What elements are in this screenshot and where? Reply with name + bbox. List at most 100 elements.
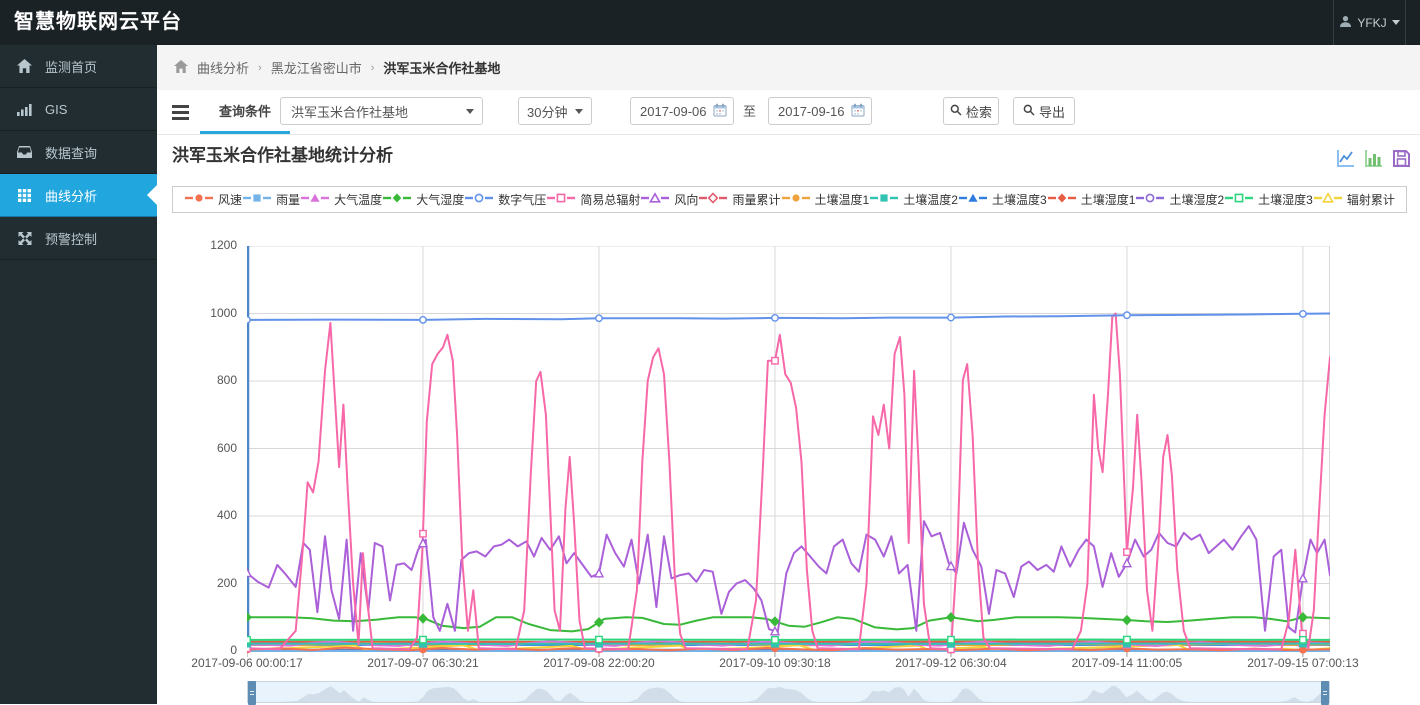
search-icon (1023, 104, 1035, 119)
sidebar: 监测首页 GIS 数据查询曲线分析预警控制 (0, 45, 157, 704)
chart-legend: 风速 雨量大气温度 大气湿度 数字气压 简易总辐射 风向雨量累计土壤温度1 土壤温度2土壤温… (172, 186, 1407, 213)
series-symbol (1299, 574, 1307, 582)
app-header: 智慧物联网云平台 YFKJ (0, 0, 1420, 45)
series-symbol (1300, 647, 1306, 653)
legend-marker-square-icon (869, 192, 899, 207)
legend-item-土壤温度2[interactable]: 土壤温度2 (869, 191, 958, 208)
legend-marker-circle-icon (464, 192, 494, 207)
breadcrumb-item[interactable]: 曲线分析 (197, 58, 249, 77)
series-symbol (771, 617, 779, 625)
line-chart-canvas[interactable] (247, 246, 1330, 659)
main-content: 曲线分析›黑龙江省密山市›洪军玉米合作社基地 查询条件 洪军玉米合作社基地 30… (157, 45, 1420, 704)
sidebar-item-label: 曲线分析 (45, 186, 97, 205)
breadcrumb-separator: › (258, 62, 262, 74)
legend-marker-diamond-icon (698, 192, 728, 207)
legend-item-风向[interactable]: 风向 (640, 191, 698, 208)
series-symbol (1124, 312, 1130, 318)
series-symbol (1124, 549, 1130, 555)
sidebar-item-监测首页[interactable]: 监测首页 (0, 45, 157, 88)
legend-label: 简易总辐射 (580, 191, 640, 208)
legend-label: 风速 (218, 191, 242, 208)
sidebar-item-数据查询[interactable]: 数据查询 (0, 131, 157, 174)
alert-control-icon (16, 232, 33, 245)
series-symbol (596, 636, 602, 642)
sidebar-item-label: GIS (45, 102, 67, 117)
datazoom-left-handle[interactable] (248, 681, 256, 705)
legend-item-数字气压[interactable]: 数字气压 (464, 191, 546, 208)
tab-query-conditions[interactable]: 查询条件 (200, 90, 290, 134)
calendar-icon[interactable] (713, 103, 727, 120)
legend-label: 雨量 (276, 191, 300, 208)
legend-item-土壤温度1[interactable]: 土壤温度1 (781, 191, 870, 208)
series-line-简易总辐射 (247, 314, 1330, 650)
sidebar-item-label: 监测首页 (45, 57, 97, 76)
chevron-down-icon (466, 109, 474, 114)
legend-marker-triangle-icon (958, 192, 988, 207)
legend-marker-circle-icon (1135, 192, 1165, 207)
page-title: 洪军玉米合作社基地统计分析 (172, 141, 393, 166)
legend-item-简易总辐射[interactable]: 简易总辐射 (546, 191, 640, 208)
interval-select[interactable]: 30分钟 (518, 97, 592, 125)
y-axis-label: 200 (189, 576, 237, 590)
legend-marker-triangle-icon (300, 192, 330, 207)
breadcrumb-item: 洪军玉米合作社基地 (383, 58, 500, 77)
search-button[interactable]: 检索 (943, 97, 999, 125)
chart-toolbox (1335, 148, 1412, 169)
legend-label: 辐射累计 (1347, 191, 1395, 208)
line-chart-icon[interactable] (1335, 148, 1356, 169)
legend-label: 土壤湿度3 (1258, 191, 1313, 208)
legend-item-大气湿度[interactable]: 大气湿度 (382, 191, 464, 208)
legend-label: 土壤温度2 (903, 191, 958, 208)
export-button[interactable]: 导出 (1013, 97, 1075, 125)
save-image-icon[interactable] (1391, 148, 1412, 169)
legend-item-雨量累计[interactable]: 雨量累计 (698, 191, 780, 208)
legend-item-辐射累计[interactable]: 辐射累计 (1313, 191, 1395, 208)
sidebar-item-GIS[interactable]: GIS (0, 88, 157, 131)
sidebar-item-预警控制[interactable]: 预警控制 (0, 217, 157, 260)
user-menu[interactable]: YFKJ (1333, 0, 1406, 45)
y-axis-label: 1000 (189, 306, 237, 320)
series-symbol (420, 317, 426, 323)
collapse-panel-icon[interactable] (172, 100, 196, 124)
legend-item-土壤湿度2[interactable]: 土壤湿度2 (1135, 191, 1224, 208)
legend-item-雨量[interactable]: 雨量 (242, 191, 300, 208)
date-from-input[interactable]: 2017-09-06 (630, 97, 734, 125)
legend-marker-triangle-icon (640, 192, 670, 207)
legend-label: 数字气压 (498, 191, 546, 208)
bar-chart-icon[interactable] (1363, 148, 1384, 169)
legend-item-大气温度[interactable]: 大气温度 (300, 191, 382, 208)
series-symbol (1123, 559, 1131, 567)
datazoom-slider[interactable] (247, 681, 1330, 703)
series-line-数字气压 (247, 314, 1330, 320)
series-symbol (247, 613, 251, 621)
legend-item-土壤湿度1[interactable]: 土壤湿度1 (1047, 191, 1136, 208)
legend-item-风速[interactable]: 风速 (184, 191, 242, 208)
station-select[interactable]: 洪军玉米合作社基地 (280, 97, 483, 125)
series-symbol (247, 637, 250, 643)
curve-analysis-icon (16, 189, 33, 202)
series-line-大气湿度 (247, 617, 1330, 631)
legend-marker-diamond-icon (382, 192, 412, 207)
home-icon (174, 60, 188, 76)
series-symbol (1300, 637, 1306, 643)
breadcrumb-item[interactable]: 黑龙江省密山市 (271, 58, 362, 77)
home-icon (16, 59, 33, 73)
breadcrumb: 曲线分析›黑龙江省密山市›洪军玉米合作社基地 (157, 45, 1420, 90)
datazoom-right-handle[interactable] (1321, 681, 1329, 705)
legend-item-土壤湿度3[interactable]: 土壤湿度3 (1224, 191, 1313, 208)
sidebar-item-曲线分析[interactable]: 曲线分析 (0, 174, 157, 217)
user-icon (1339, 15, 1352, 31)
legend-label: 风向 (674, 191, 698, 208)
series-symbol (1124, 636, 1130, 642)
series-symbol (420, 531, 426, 537)
legend-label: 大气湿度 (416, 191, 464, 208)
series-symbol (1123, 616, 1131, 624)
series-symbol (247, 317, 250, 323)
legend-label: 土壤湿度2 (1169, 191, 1224, 208)
date-to-input[interactable]: 2017-09-16 (768, 97, 872, 125)
calendar-icon[interactable] (851, 103, 865, 120)
legend-item-土壤温度3[interactable]: 土壤温度3 (958, 191, 1047, 208)
series-symbol (596, 315, 602, 321)
user-name: YFKJ (1357, 16, 1386, 30)
series-symbol (772, 315, 778, 321)
